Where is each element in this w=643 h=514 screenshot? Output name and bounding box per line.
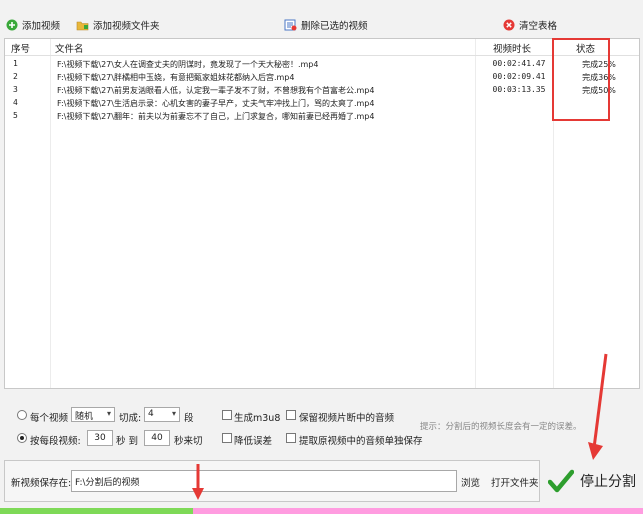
- table-row[interactable]: 1 F:\视频下载\27\女人在调查丈夫的阴谋时，竟发现了一个天大秘密！.mp4…: [5, 58, 639, 71]
- row-duration: 00:03:13.35: [492, 85, 546, 94]
- progress-fill: [0, 508, 193, 514]
- clear-table-button[interactable]: 清空表格: [503, 17, 557, 33]
- chevron-down-icon: ▾: [106, 409, 111, 418]
- header-seq[interactable]: 序号: [11, 41, 30, 55]
- header-status[interactable]: 状态: [576, 41, 595, 55]
- chevron-down-icon: ▾: [171, 409, 176, 418]
- video-table[interactable]: 序号 文件名 视频时长 状态 1 F:\视频下载\27\女人在调查丈夫的阴谋时，…: [4, 38, 640, 389]
- sec-cut-label: 秒来切: [174, 436, 203, 447]
- reduce-error-label: 降低误差: [234, 436, 273, 447]
- delete-selected-label: 删除已选的视频: [301, 21, 368, 32]
- row-status: 完成25%: [582, 60, 616, 69]
- table-row[interactable]: 2 F:\视频下载\27\胖橘相中玉娆，有意把甄家姐妹花都纳入后宫.mp4 00…: [5, 71, 639, 84]
- row-seq: 2: [13, 72, 18, 81]
- split-options: 每个视频 随机 ▾ 切成: 4 ▾ 段 按每段视频: 30 秒 到 40 秒来切…: [4, 392, 640, 457]
- row-seq: 4: [13, 98, 18, 107]
- row-duration: 00:02:41.47: [492, 59, 546, 68]
- row-filename: F:\视频下载\27\胖橘相中玉娆，有意把甄家姐妹花都纳入后宫.mp4: [57, 73, 295, 82]
- row-filename: F:\视频下载\27\翻年：前夫以为前妻忘不了自己，上门求复合，哪知前妻已经再婚…: [57, 112, 375, 121]
- min-seconds-input[interactable]: 30: [87, 430, 113, 446]
- keep-audio-label: 保留视频片断中的音频: [299, 413, 395, 424]
- extract-audio-checkbox[interactable]: [286, 433, 296, 443]
- add-icon: [6, 19, 18, 31]
- segments-value: 4: [148, 409, 154, 419]
- open-folder-button[interactable]: 打开文件夹: [491, 475, 539, 489]
- sec-to-label: 秒 到: [116, 436, 139, 447]
- folder-icon: [76, 21, 89, 31]
- row-filename: F:\视频下载\27\女人在调查丈夫的阴谋时，竟发现了一个天大秘密！.mp4: [57, 60, 319, 69]
- row-filename: F:\视频下载\27\生活启示录：心机女害的妻子早产，丈夫气牢冲找上门，骂的太爽…: [57, 99, 375, 108]
- save-path-input[interactable]: F:\分割后的视频: [71, 470, 457, 492]
- checkmark-icon: [548, 469, 574, 493]
- hint-text: 提示：分割后的视频长度会有一定的误差。: [420, 422, 582, 432]
- add-video-button[interactable]: 添加视频: [6, 17, 60, 33]
- mode-value: 随机: [75, 412, 94, 422]
- save-bar: 新视频保存在: F:\分割后的视频 浏览 打开文件夹: [4, 460, 540, 502]
- browse-button[interactable]: 浏览: [461, 475, 480, 489]
- stop-split-label: 停止分割: [580, 474, 636, 490]
- row-seq: 5: [13, 111, 18, 120]
- delete-selected-button[interactable]: 删除已选的视频: [284, 17, 368, 33]
- progress-bar: [0, 508, 643, 514]
- add-video-label: 添加视频: [22, 21, 61, 32]
- row-status: 完成36%: [582, 73, 616, 82]
- table-header: 序号 文件名 视频时长 状态: [5, 39, 639, 56]
- add-folder-label: 添加视频文件夹: [93, 21, 160, 32]
- per-segment-radio[interactable]: [17, 433, 27, 443]
- keep-audio-checkbox[interactable]: [286, 410, 296, 420]
- table-row[interactable]: 5 F:\视频下载\27\翻年：前夫以为前妻忘不了自己，上门求复合，哪知前妻已经…: [5, 110, 639, 123]
- save-label: 新视频保存在:: [11, 478, 72, 489]
- row-seq: 3: [13, 85, 18, 94]
- toolbar: 添加视频 添加视频文件夹 删除已选的视频 清空表格: [0, 0, 643, 37]
- delete-list-icon: [284, 19, 297, 31]
- per-segment-label: 按每段视频:: [30, 436, 81, 447]
- per-video-label: 每个视频: [30, 413, 69, 424]
- stop-split-button[interactable]: 停止分割: [544, 460, 640, 502]
- clear-icon: [503, 19, 515, 31]
- add-folder-button[interactable]: 添加视频文件夹: [76, 17, 160, 33]
- row-duration: 00:02:09.41: [492, 72, 546, 81]
- table-row[interactable]: 4 F:\视频下载\27\生活启示录：心机女害的妻子早产，丈夫气牢冲找上门，骂的…: [5, 97, 639, 110]
- row-seq: 1: [13, 59, 18, 68]
- row-filename: F:\视频下载\27\前男友汹眼看人低，认定我一辈子发不了财，不曾想我有个首富老…: [57, 86, 375, 95]
- extract-audio-label: 提取原视频中的音频单独保存: [299, 436, 423, 447]
- header-duration[interactable]: 视频时长: [493, 41, 531, 55]
- table-row[interactable]: 3 F:\视频下载\27\前男友汹眼看人低，认定我一辈子发不了财，不曾想我有个首…: [5, 84, 639, 97]
- row-status: 完成50%: [582, 86, 616, 95]
- mode-select[interactable]: 随机 ▾: [71, 407, 115, 422]
- header-filename[interactable]: 文件名: [55, 41, 84, 55]
- max-seconds-input[interactable]: 40: [144, 430, 170, 446]
- gen-m3u8-label: 生成m3u8: [234, 413, 281, 424]
- per-video-radio[interactable]: [17, 410, 27, 420]
- reduce-error-checkbox[interactable]: [222, 433, 232, 443]
- segments-select[interactable]: 4 ▾: [144, 407, 180, 422]
- segment-unit: 段: [184, 413, 194, 424]
- cut-label: 切成:: [119, 413, 142, 424]
- gen-m3u8-checkbox[interactable]: [222, 410, 232, 420]
- clear-table-label: 清空表格: [519, 21, 558, 32]
